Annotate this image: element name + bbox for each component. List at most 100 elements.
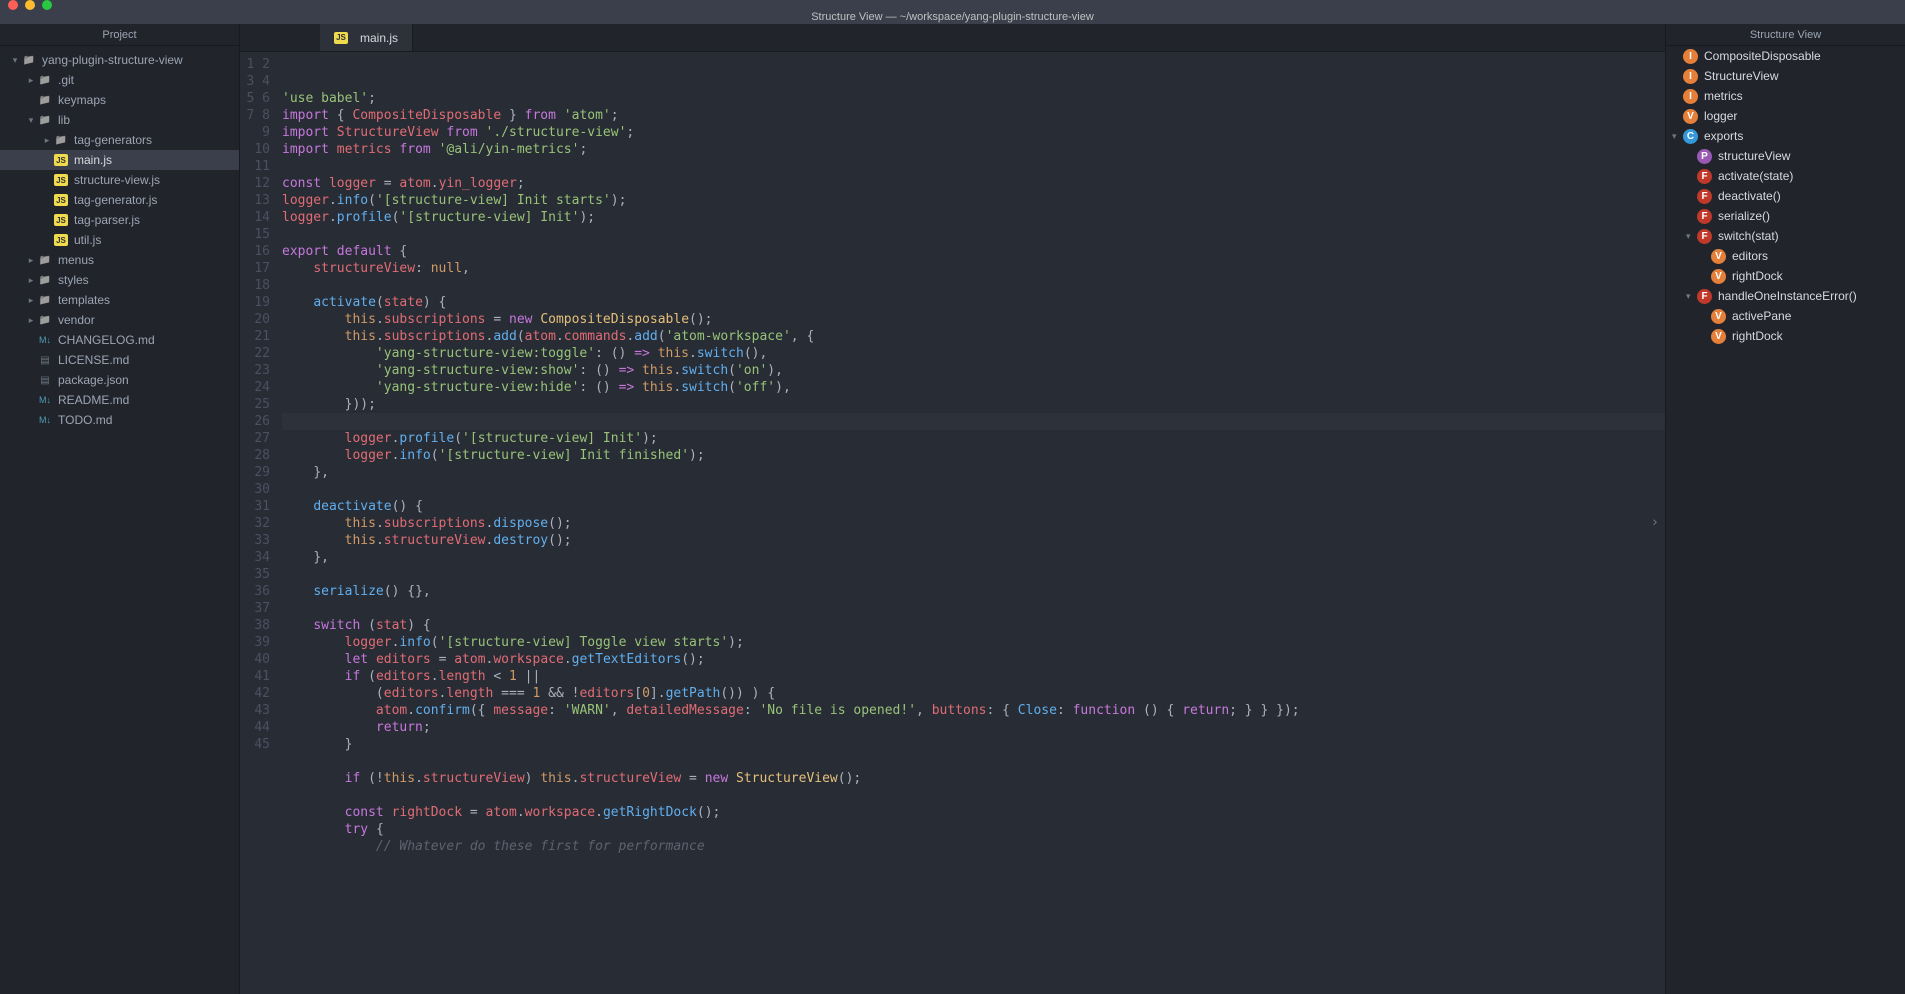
tree-item-styles[interactable]: ▸styles bbox=[0, 270, 239, 290]
tree-item-package-json[interactable]: package.json bbox=[0, 370, 239, 390]
badge-F-icon: F bbox=[1697, 229, 1712, 244]
sv-item-label: structureView bbox=[1718, 149, 1790, 163]
sv-item-label: logger bbox=[1704, 109, 1737, 123]
chevron-icon[interactable]: ▸ bbox=[26, 75, 36, 86]
badge-V-icon: V bbox=[1711, 309, 1726, 324]
md-icon bbox=[38, 394, 52, 406]
sv-item-rightdock[interactable]: VrightDock bbox=[1666, 266, 1905, 286]
sv-item-label: activePane bbox=[1732, 309, 1791, 323]
structure-view-header: Structure View bbox=[1666, 24, 1905, 46]
code-editor[interactable]: 1 2 3 4 5 6 7 8 9 10 11 12 13 14 15 16 1… bbox=[240, 52, 1665, 994]
tree-item-label: package.json bbox=[58, 373, 129, 387]
tree-item--git[interactable]: ▸ .git bbox=[0, 70, 239, 90]
sv-item-activepane[interactable]: VactivePane bbox=[1666, 306, 1905, 326]
chevron-icon[interactable]: ▸ bbox=[26, 275, 36, 286]
badge-I-icon: I bbox=[1683, 49, 1698, 64]
chevron-icon[interactable]: ▾ bbox=[26, 115, 36, 126]
tree-item-label: yang-plugin-structure-view bbox=[42, 53, 183, 67]
tab-main-js[interactable]: main.js bbox=[320, 24, 413, 51]
editor-pane: main.js 1 2 3 4 5 6 7 8 9 10 11 12 13 14… bbox=[240, 24, 1665, 994]
chevron-icon[interactable]: ▾ bbox=[1686, 231, 1696, 242]
tree-item-label: tag-parser.js bbox=[74, 213, 140, 227]
tree-item-label: tag-generators bbox=[74, 133, 152, 147]
sv-item-metrics[interactable]: Imetrics bbox=[1666, 86, 1905, 106]
folder-icon bbox=[38, 313, 52, 327]
sv-item-activate-state-[interactable]: Factivate(state) bbox=[1666, 166, 1905, 186]
project-tree[interactable]: ▾ yang-plugin-structure-view ▸ .git keymaps ▾… bbox=[0, 46, 239, 994]
minimize-icon[interactable] bbox=[25, 0, 35, 10]
sv-item-handleoneinstanceerror-[interactable]: ▾FhandleOneInstanceError() bbox=[1666, 286, 1905, 306]
line-gutter: 1 2 3 4 5 6 7 8 9 10 11 12 13 14 15 16 1… bbox=[240, 52, 282, 994]
sv-item-deactivate-[interactable]: Fdeactivate() bbox=[1666, 186, 1905, 206]
js-icon bbox=[54, 234, 68, 246]
chevron-icon[interactable]: ▾ bbox=[10, 55, 20, 66]
tree-item-todo-md[interactable]: TODO.md bbox=[0, 410, 239, 430]
badge-I-icon: I bbox=[1683, 89, 1698, 104]
tree-item-label: util.js bbox=[74, 233, 101, 247]
md-icon bbox=[38, 414, 52, 426]
sv-item-rightdock[interactable]: VrightDock bbox=[1666, 326, 1905, 346]
badge-F-icon: F bbox=[1697, 209, 1712, 224]
tree-item-license-md[interactable]: LICENSE.md bbox=[0, 350, 239, 370]
maximize-icon[interactable] bbox=[42, 0, 52, 10]
tree-item-main-js[interactable]: main.js bbox=[0, 150, 239, 170]
js-icon bbox=[334, 32, 348, 44]
tree-item-label: templates bbox=[58, 293, 110, 307]
chevron-icon[interactable]: ▸ bbox=[26, 255, 36, 266]
tree-item-keymaps[interactable]: keymaps bbox=[0, 90, 239, 110]
close-icon[interactable] bbox=[8, 0, 18, 10]
badge-V-icon: V bbox=[1683, 109, 1698, 124]
folder-icon bbox=[38, 253, 52, 267]
generic-icon bbox=[38, 353, 52, 367]
tree-item-vendor[interactable]: ▸ vendor bbox=[0, 310, 239, 330]
sv-item-exports[interactable]: ▾Cexports bbox=[1666, 126, 1905, 146]
window-title: Structure View — ~/workspace/yang-plugin… bbox=[0, 10, 1905, 24]
tree-item-label: LICENSE.md bbox=[58, 353, 129, 367]
sv-item-label: StructureView bbox=[1704, 69, 1778, 83]
sv-item-structureview[interactable]: PstructureView bbox=[1666, 146, 1905, 166]
sv-item-label: activate(state) bbox=[1718, 169, 1793, 183]
sv-item-serialize-[interactable]: Fserialize() bbox=[1666, 206, 1905, 226]
tree-item-tag-generators[interactable]: ▸ tag-generators bbox=[0, 130, 239, 150]
tree-item-label: README.md bbox=[58, 393, 129, 407]
folder-icon bbox=[54, 133, 68, 147]
badge-C-icon: C bbox=[1683, 129, 1698, 144]
tree-item-label: .git bbox=[58, 73, 74, 87]
chevron-icon[interactable]: ▾ bbox=[1686, 291, 1696, 302]
chevron-icon[interactable]: ▸ bbox=[42, 135, 52, 146]
code-area[interactable]: 'use babel'; import { CompositeDisposabl… bbox=[282, 52, 1665, 994]
project-panel: Project ▾ yang-plugin-structure-view ▸ .git… bbox=[0, 24, 240, 994]
tree-item-menus[interactable]: ▸menus bbox=[0, 250, 239, 270]
sv-item-structureview[interactable]: IStructureView bbox=[1666, 66, 1905, 86]
folder-icon bbox=[38, 273, 52, 287]
tree-item-tag-parser-js[interactable]: tag-parser.js bbox=[0, 210, 239, 230]
chevron-icon[interactable]: ▸ bbox=[26, 315, 36, 326]
tree-item-structure-view-js[interactable]: structure-view.js bbox=[0, 170, 239, 190]
tree-item-tag-generator-js[interactable]: tag-generator.js bbox=[0, 190, 239, 210]
js-icon bbox=[54, 214, 68, 226]
tree-item-label: CHANGELOG.md bbox=[58, 333, 155, 347]
chevron-icon[interactable]: ▾ bbox=[1672, 131, 1682, 142]
sv-item-switch-stat-[interactable]: ▾Fswitch(stat) bbox=[1666, 226, 1905, 246]
chevron-icon[interactable]: ▸ bbox=[26, 295, 36, 306]
folder-icon bbox=[22, 53, 36, 67]
structure-tree[interactable]: ICompositeDisposableIStructureViewImetri… bbox=[1666, 46, 1905, 346]
generic-icon bbox=[38, 373, 52, 387]
tab-bar[interactable]: main.js bbox=[240, 24, 1665, 52]
tree-item-templates[interactable]: ▸ templates bbox=[0, 290, 239, 310]
project-panel-header: Project bbox=[0, 24, 239, 46]
folder-icon bbox=[38, 113, 52, 127]
window-titlebar bbox=[0, 0, 1905, 10]
tree-item-label: vendor bbox=[58, 313, 95, 327]
sv-item-editors[interactable]: Veditors bbox=[1666, 246, 1905, 266]
tree-item-label: keymaps bbox=[58, 93, 106, 107]
sv-item-compositedisposable[interactable]: ICompositeDisposable bbox=[1666, 46, 1905, 66]
sv-item-label: metrics bbox=[1704, 89, 1743, 103]
tree-item-changelog-md[interactable]: CHANGELOG.md bbox=[0, 330, 239, 350]
tree-item-util-js[interactable]: util.js bbox=[0, 230, 239, 250]
tree-item-readme-md[interactable]: README.md bbox=[0, 390, 239, 410]
tree-item-lib[interactable]: ▾lib bbox=[0, 110, 239, 130]
tree-item-yang-plugin-structure-view[interactable]: ▾ yang-plugin-structure-view bbox=[0, 50, 239, 70]
sv-item-logger[interactable]: Vlogger bbox=[1666, 106, 1905, 126]
badge-P-icon: P bbox=[1697, 149, 1712, 164]
